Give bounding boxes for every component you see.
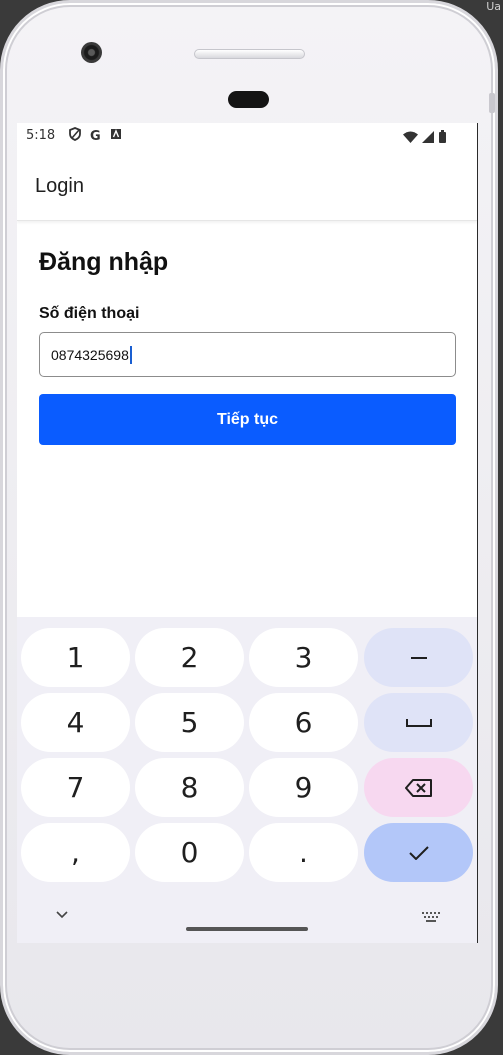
page-title: Đăng nhập	[39, 248, 169, 276]
key-0[interactable]: 0	[135, 823, 244, 882]
key-done[interactable]	[364, 823, 473, 882]
minus-icon	[410, 656, 427, 659]
status-bar: 5:18 G	[17, 123, 477, 149]
numeric-keyboard: 1 2 3 4 5 6 7 8 9 , 0 .	[17, 617, 477, 943]
device-screen: 5:18 G Login Đăng nhập Số điện thoại 087…	[17, 123, 478, 943]
space-bar-icon	[405, 718, 432, 727]
status-time: 5:18	[26, 128, 56, 143]
key-5[interactable]: 5	[135, 693, 244, 752]
key-2[interactable]: 2	[135, 628, 244, 687]
key-6[interactable]: 6	[249, 693, 358, 752]
chevron-down-icon	[56, 911, 68, 919]
key-minus[interactable]	[364, 628, 473, 687]
app-bar-title: Login	[35, 175, 84, 197]
app-bar: Login	[17, 149, 477, 221]
front-camera	[81, 42, 102, 63]
text-caret	[129, 345, 132, 364]
phone-frame: 5:18 G Login Đăng nhập Số điện thoại 087…	[0, 0, 498, 1055]
phone-field-label: Số điện thoại	[39, 305, 140, 322]
backspace-icon	[404, 778, 432, 797]
signal-icon	[422, 128, 434, 147]
key-8[interactable]: 8	[135, 758, 244, 817]
key-4[interactable]: 4	[21, 693, 130, 752]
side-button	[489, 93, 495, 113]
continue-button[interactable]: Tiếp tục	[39, 394, 456, 445]
battery-icon	[438, 128, 447, 147]
key-7[interactable]: 7	[21, 758, 130, 817]
key-space[interactable]	[364, 693, 473, 752]
earpiece-speaker	[194, 49, 305, 59]
keyboard-icon	[422, 912, 440, 922]
key-9[interactable]: 9	[249, 758, 358, 817]
key-backspace[interactable]	[364, 758, 473, 817]
key-period[interactable]: .	[249, 823, 358, 882]
proximity-sensor	[228, 91, 269, 108]
shield-icon	[69, 127, 81, 146]
corner-text-top-right: Ua	[486, 0, 501, 13]
keyboard-switch-button[interactable]	[422, 909, 440, 927]
key-comma[interactable]: ,	[21, 823, 130, 882]
wifi-icon	[403, 128, 418, 147]
status-icons-right	[403, 128, 447, 147]
a-box-icon	[110, 128, 122, 145]
phone-input-value: 0874325698	[51, 346, 129, 363]
hide-keyboard-button[interactable]	[56, 907, 68, 923]
check-icon	[408, 845, 429, 860]
key-3[interactable]: 3	[249, 628, 358, 687]
status-icons-left: G	[69, 127, 122, 146]
key-1[interactable]: 1	[21, 628, 130, 687]
phone-input[interactable]: 0874325698	[39, 332, 456, 377]
gesture-home-bar[interactable]	[186, 927, 308, 931]
google-icon: G	[90, 128, 101, 144]
